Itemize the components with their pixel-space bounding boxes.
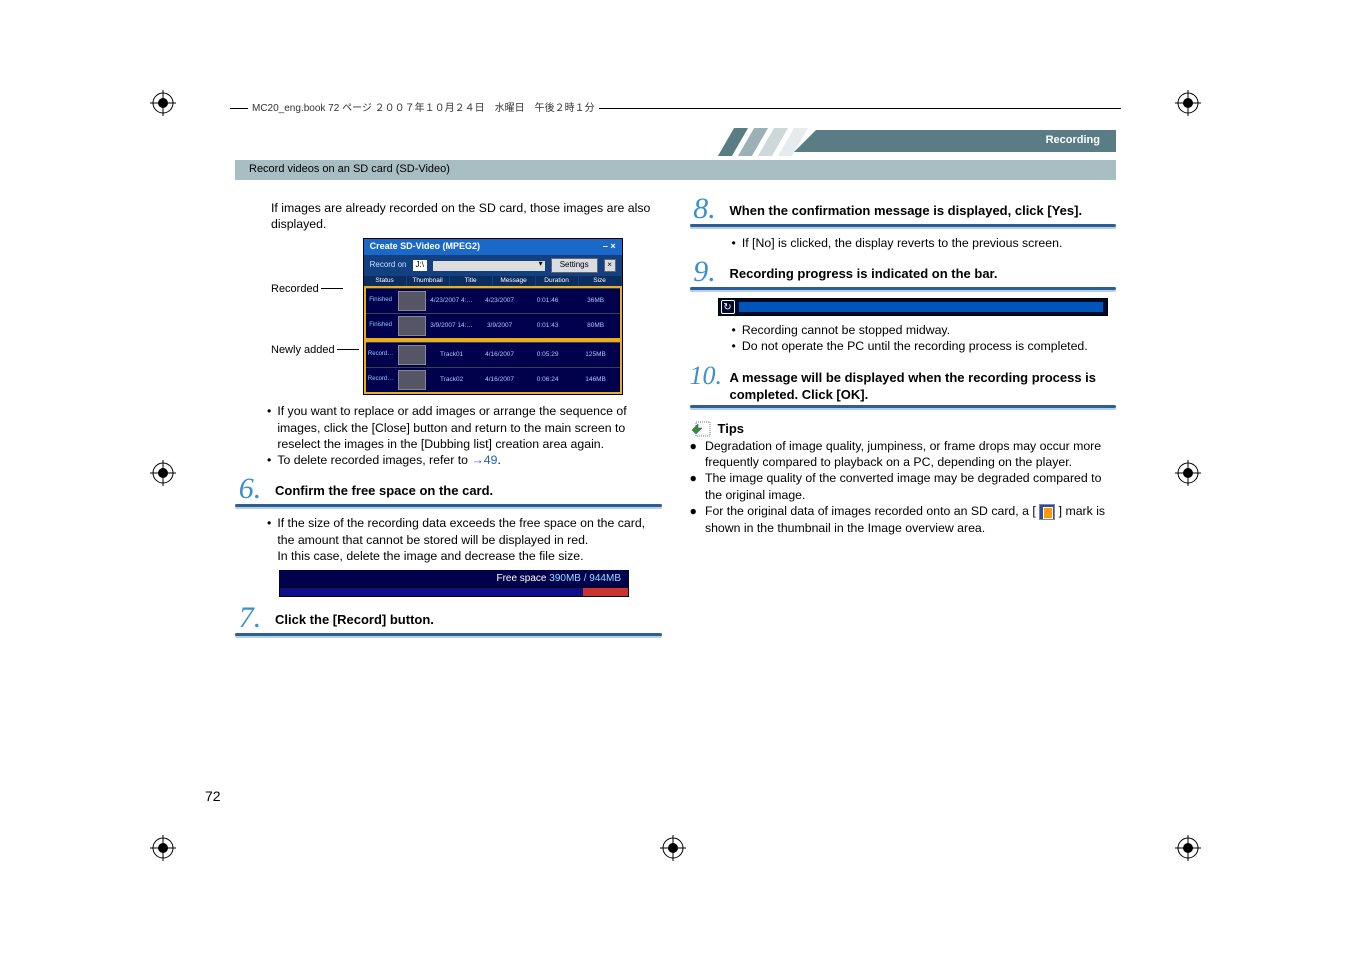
tip-1: Degradation of image quality, jumpiness,… — [705, 438, 1116, 470]
free-space-figure: Free space 390MB / 944MB — [279, 570, 629, 597]
step-10-number: 10. — [690, 363, 720, 389]
record-on-label: Record on — [370, 260, 407, 271]
step-6-title: Confirm the free space on the card. — [275, 476, 493, 499]
step6-body: If the size of the recording data exceed… — [277, 515, 661, 564]
free-space-label: Free space — [496, 573, 546, 584]
col-msg: Message — [493, 276, 536, 287]
step-8-title: When the confirmation message is display… — [730, 196, 1083, 219]
step-9-title: Recording progress is indicated on the b… — [730, 259, 998, 282]
header-filename: MC20_eng.book 72 ページ ２００７年１０月２４日 水曜日 午後２… — [248, 99, 599, 114]
table-row: Finished 4/23/2007 4:… 4/23/2007 0:01:46… — [366, 288, 620, 313]
thumb-icon — [398, 316, 426, 336]
drive-dropdown[interactable] — [433, 261, 545, 271]
step9-b2: Do not operate the PC until the recordin… — [742, 338, 1088, 354]
step-divider — [235, 633, 662, 636]
refresh-icon: ↻ — [721, 300, 735, 314]
reg-mark-icon — [1175, 460, 1201, 489]
chapter-bar: Record videos on an SD card (SD-Video) — [235, 160, 1116, 180]
step8-body: If [No] is clicked, the display reverts … — [742, 235, 1063, 251]
step-7-number: 7. — [235, 605, 265, 631]
settings-button[interactable]: Settings — [551, 258, 598, 273]
chapter-title: Record videos on an SD card (SD-Video) — [235, 160, 1116, 178]
col-status: Status — [364, 276, 407, 287]
free-space-value: 390MB / 944MB — [549, 573, 621, 584]
page-link[interactable]: →49 — [471, 453, 497, 467]
step-9-number: 9. — [690, 259, 720, 285]
step-8-number: 8. — [690, 196, 720, 222]
reg-mark-icon — [150, 460, 176, 489]
section-name: Recording — [1046, 134, 1100, 146]
table-row: Finished 3/9/2007 14:… 3/9/2007 0:01:43 … — [366, 313, 620, 338]
page-number: 72 — [205, 788, 221, 804]
reg-mark-icon — [150, 835, 176, 864]
step-10-title: A message will be displayed when the rec… — [730, 363, 1117, 403]
drive-letter: J:\ — [413, 260, 427, 271]
reg-mark-icon — [150, 90, 176, 119]
thumb-icon — [398, 345, 426, 365]
screenshot: Create SD-Video (MPEG2) – × Record on J:… — [363, 238, 623, 395]
reg-mark-icon — [660, 835, 686, 864]
step-divider — [235, 504, 662, 507]
section-ribbon: Recording — [736, 130, 1116, 154]
reg-mark-icon — [1175, 90, 1201, 119]
sd-mark-icon — [1039, 504, 1055, 520]
step-divider — [690, 224, 1117, 227]
thumb-icon — [398, 370, 426, 390]
step-divider — [690, 405, 1117, 408]
col-thumb: Thumbnail — [407, 276, 450, 287]
tips-icon — [690, 420, 712, 438]
table-row: Record… Track01 4/16/2007 0:05:29 125MB — [366, 342, 620, 367]
step-divider — [690, 287, 1117, 290]
step-7-title: Click the [Record] button. — [275, 605, 434, 628]
reg-mark-icon — [1175, 835, 1201, 864]
close-icon: – × — [603, 241, 616, 253]
dialog-title: Create SD-Video (MPEG2) — [370, 241, 480, 253]
tip-3: For the original data of images recorded… — [705, 503, 1116, 536]
bullet-replace: If you want to replace or add images or … — [277, 403, 661, 452]
close-x-button[interactable]: × — [604, 259, 616, 272]
bullet-delete: To delete recorded images, refer to →49. — [277, 452, 501, 468]
col-title: Title — [450, 276, 493, 287]
step-6-number: 6. — [235, 476, 265, 502]
tip-2: The image quality of the converted image… — [705, 470, 1116, 502]
step9-b1: Recording cannot be stopped midway. — [742, 322, 950, 338]
table-row: Record… Track02 4/16/2007 0:06:24 146MB — [366, 367, 620, 392]
figure-label-recorded: Recorded — [271, 283, 319, 295]
col-size: Size — [579, 276, 622, 287]
tips-heading: Tips — [718, 420, 745, 437]
thumb-icon — [398, 291, 426, 311]
progress-bar: ↻ — [718, 298, 1108, 316]
col-dur: Duration — [536, 276, 579, 287]
intro-text: If images are already recorded on the SD… — [235, 200, 662, 232]
figure-label-new: Newly added — [271, 344, 335, 356]
